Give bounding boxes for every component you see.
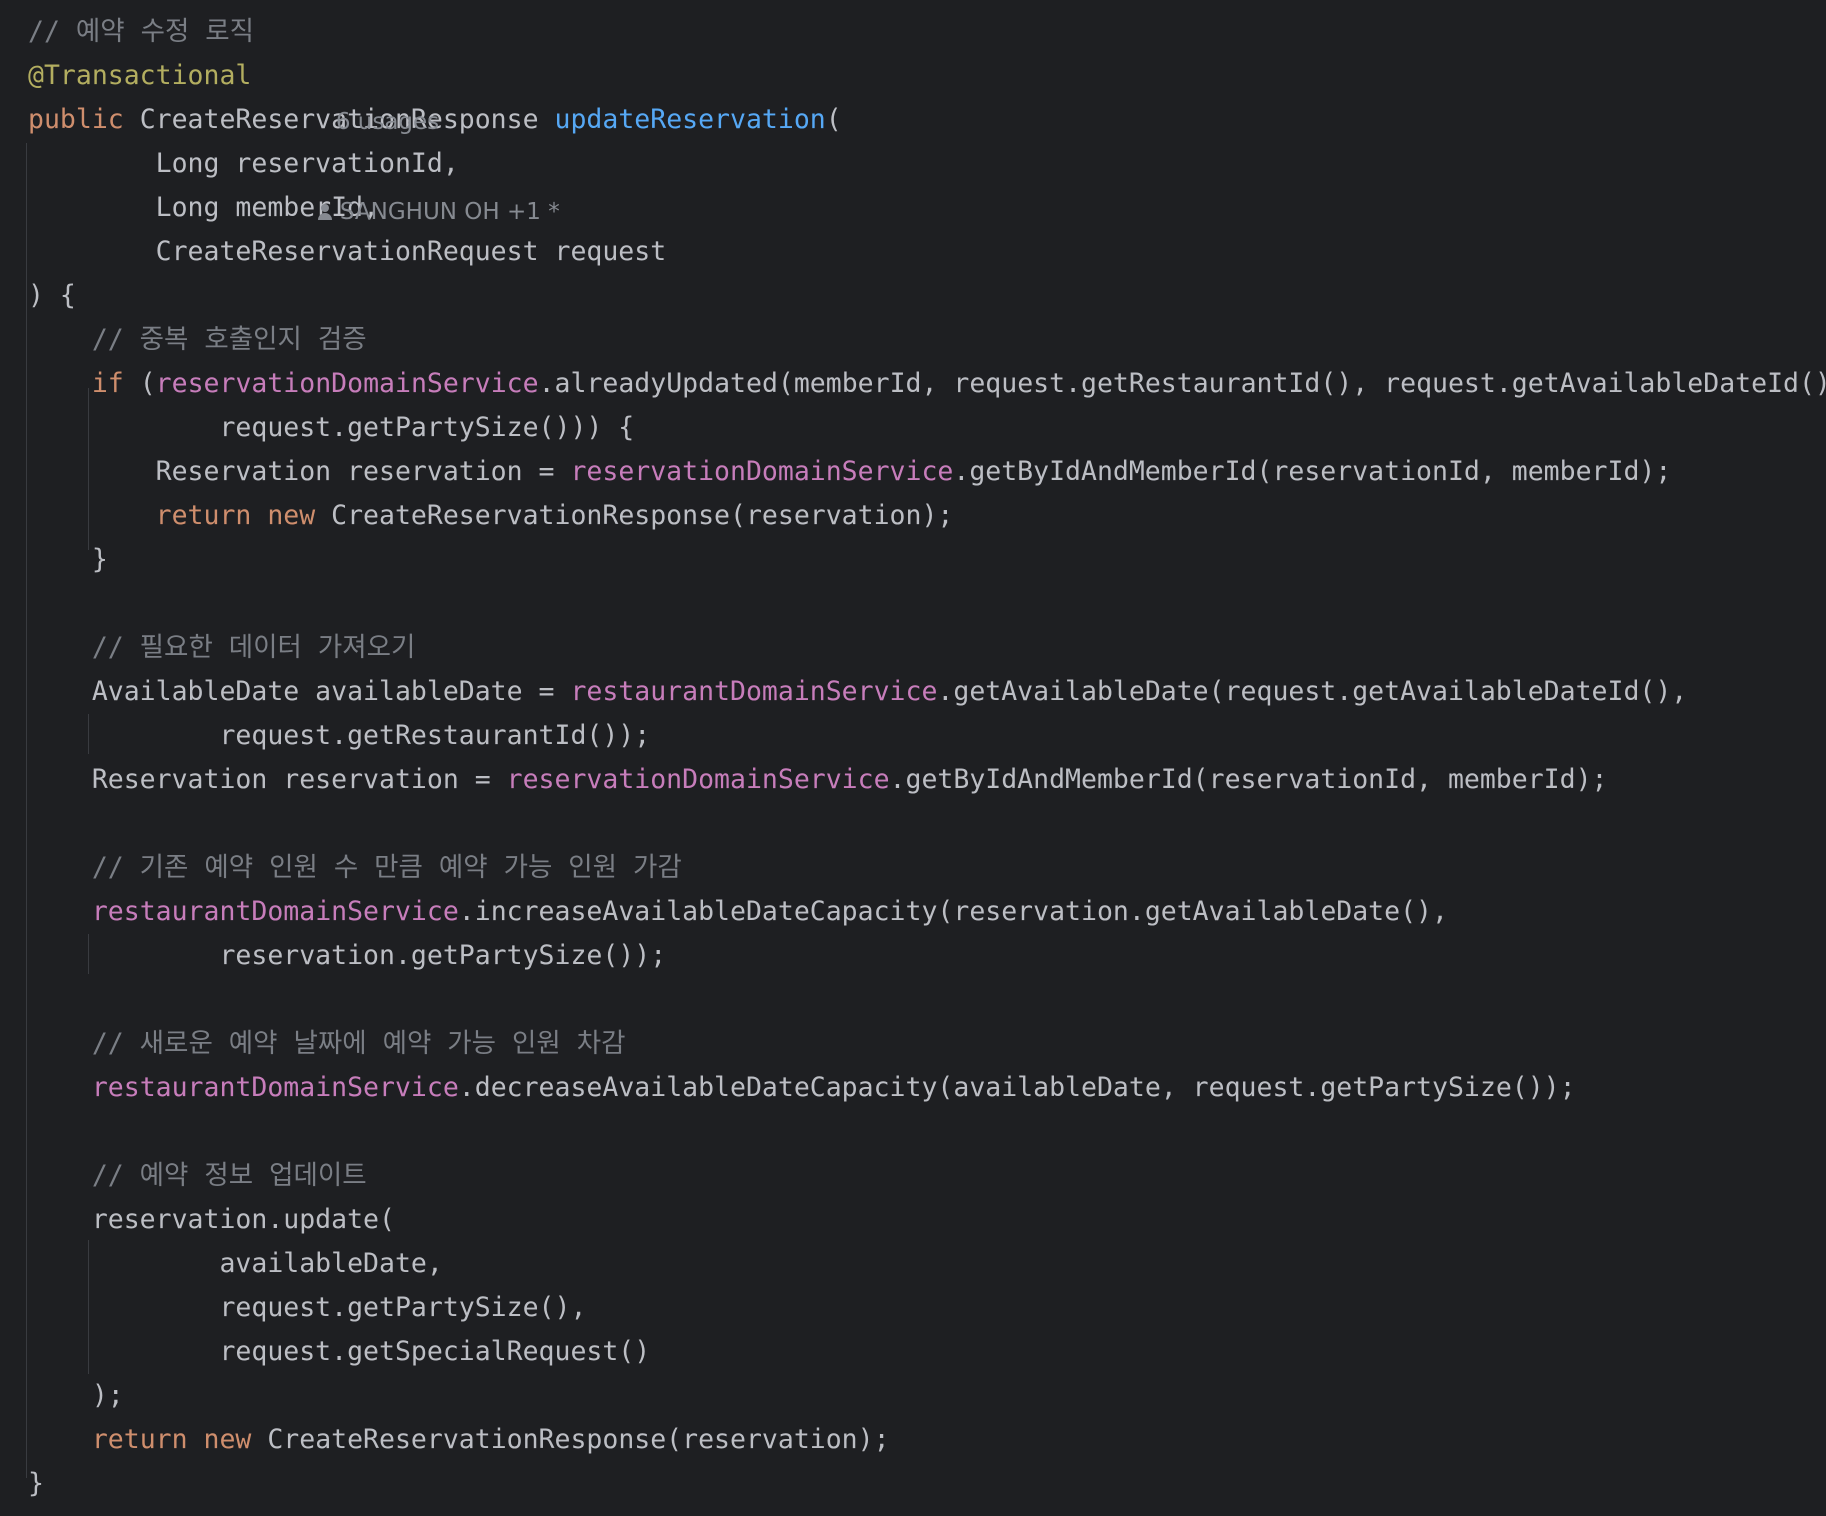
code-token-keyword: public	[28, 104, 140, 135]
code-token-plain: Reservation reservation =	[28, 456, 571, 487]
code-token-comment: // 예약 수정 로직	[28, 16, 255, 47]
code-token-field: reservationDomainService	[506, 764, 890, 795]
author-label: SANGHUN OH +1 *	[339, 199, 560, 225]
code-line[interactable]: }	[28, 1462, 44, 1506]
code-token-field: restaurantDomainService	[91, 896, 459, 927]
code-line[interactable]: request.getRestaurantId());	[28, 714, 650, 758]
code-line[interactable]: Reservation reservation = reservationDom…	[28, 758, 1608, 802]
code-line[interactable]: // 기존 예약 인원 수 만큼 예약 가능 인원 가감	[28, 846, 682, 890]
code-line[interactable]: // 중복 호출인지 검증	[28, 318, 367, 362]
usages-hint[interactable]: 6 usages	[336, 109, 439, 135]
code-line[interactable]: request.getPartySize(),	[28, 1286, 586, 1330]
code-line[interactable]: );	[28, 1374, 124, 1418]
code-token-plain: .decreaseAvailableDateCapacity(available…	[458, 1072, 1576, 1103]
code-token-plain: CreateReservationResponse(reservation);	[331, 500, 954, 531]
code-token-plain: CreateReservationRequest request	[28, 236, 667, 267]
code-line[interactable]: Long reservationId,	[28, 142, 459, 186]
code-token-plain: request.getRestaurantId());	[28, 720, 651, 751]
code-line[interactable]: }	[28, 538, 108, 582]
code-line[interactable]: return new CreateReservationResponse(res…	[28, 1418, 890, 1462]
code-token-field: restaurantDomainService	[570, 676, 938, 707]
user-icon	[317, 204, 332, 220]
code-token-plain: (	[123, 368, 156, 399]
code-token-comment: // 기존 예약 인원 수 만큼 예약 가능 인원 가감	[28, 852, 682, 883]
code-line[interactable]: restaurantDomainService.increaseAvailabl…	[28, 890, 1448, 934]
code-token-comment: // 새로운 예약 날짜에 예약 가능 인원 차감	[28, 1028, 626, 1059]
code-line[interactable]: @Transactional	[28, 54, 251, 98]
code-token-plain: CreateReservationResponse(reservation);	[267, 1424, 890, 1455]
code-line[interactable]: AvailableDate availableDate = restaurant…	[28, 670, 1687, 714]
code-line[interactable]: // 예약 정보 업데이트	[28, 1154, 367, 1198]
code-token-keyword: if	[91, 368, 124, 399]
code-token-plain: request.getPartySize(),	[28, 1292, 587, 1323]
code-token-plain: }	[28, 1468, 44, 1499]
code-token-plain: availableDate,	[28, 1248, 443, 1279]
code-line[interactable]: // 필요한 데이터 가져오기	[28, 626, 416, 670]
indent-guide	[26, 143, 27, 1478]
code-line[interactable]: request.getSpecialRequest()	[28, 1330, 650, 1374]
code-token-annotation: @Transactional	[28, 60, 252, 91]
code-line[interactable]: reservation.getPartySize());	[28, 934, 666, 978]
code-token-comment: // 예약 정보 업데이트	[28, 1160, 367, 1191]
code-line[interactable]: CreateReservationRequest request	[28, 230, 667, 274]
code-line[interactable]: availableDate,	[28, 1242, 443, 1286]
code-line[interactable]: // 예약 수정 로직	[28, 10, 254, 54]
code-token-plain: }	[28, 544, 108, 575]
code-token-plain: reservation.update(	[28, 1204, 395, 1235]
code-token-keyword: return new	[155, 500, 332, 531]
code-token-plain: .getByIdAndMemberId(reservationId, membe…	[953, 456, 1672, 487]
code-token-plain: request.getPartySize())) {	[28, 412, 635, 443]
code-token-plain: .increaseAvailableDateCapacity(reservati…	[458, 896, 1448, 927]
code-token-comment: // 중복 호출인지 검증	[28, 324, 367, 355]
code-line[interactable]: ) {	[28, 274, 76, 318]
code-line[interactable]: restaurantDomainService.decreaseAvailabl…	[28, 1066, 1576, 1110]
code-token-field: restaurantDomainService	[91, 1072, 459, 1103]
code-token-plain: ) {	[28, 280, 76, 311]
code-token-plain: );	[28, 1380, 124, 1411]
code-token-plain: AvailableDate availableDate =	[28, 676, 571, 707]
code-line[interactable]: return new CreateReservationResponse(res…	[28, 494, 954, 538]
inlay-hint-line: 6 usages SANGHUN OH +1 *	[272, 55, 560, 225]
code-token-plain: .getByIdAndMemberId(reservationId, membe…	[889, 764, 1608, 795]
code-token-plain: request.getSpecialRequest()	[28, 1336, 651, 1367]
code-line[interactable]: request.getPartySize())) {	[28, 406, 634, 450]
code-line[interactable]: Reservation reservation = reservationDom…	[28, 450, 1672, 494]
code-token-plain: .alreadyUpdated(memberId, request.getRes…	[538, 368, 1826, 399]
code-token-method-decl: updateReservation	[554, 104, 826, 135]
code-token-keyword: return new	[91, 1424, 268, 1455]
code-token-plain: reservation.getPartySize());	[28, 940, 667, 971]
code-token-plain: (	[825, 104, 842, 135]
code-line[interactable]: reservation.update(	[28, 1198, 395, 1242]
code-token-plain: Reservation reservation =	[28, 764, 507, 795]
code-token-plain: Long reservationId,	[28, 148, 459, 179]
code-token-comment: // 필요한 데이터 가져오기	[28, 632, 416, 663]
code-line[interactable]: if (reservationDomainService.alreadyUpda…	[28, 362, 1826, 406]
code-editor[interactable]: // 예약 수정 로직 @Transactional public CreateRe…	[0, 0, 1826, 1516]
code-token-field: reservationDomainService	[155, 368, 539, 399]
code-token-plain: .getAvailableDate(request.getAvailableDa…	[937, 676, 1688, 707]
code-line[interactable]: // 새로운 예약 날짜에 예약 가능 인원 차감	[28, 1022, 626, 1066]
code-token-field: reservationDomainService	[570, 456, 954, 487]
